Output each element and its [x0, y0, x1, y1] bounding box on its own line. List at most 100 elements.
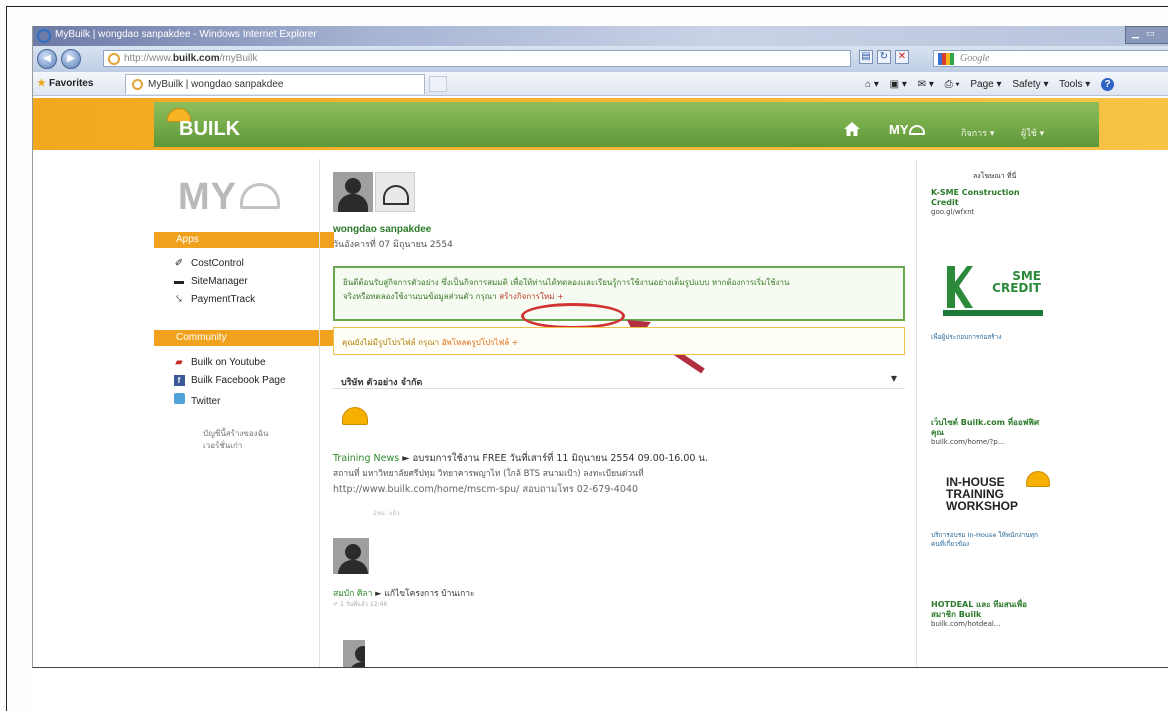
address-toolbar: ◀ ▶ http://www.builk.com/myBuilk ▤ ↻ ✕ Goo…: [33, 46, 1168, 72]
forward-button[interactable]: ▶: [61, 49, 81, 69]
page-menu[interactable]: Page ▾: [970, 79, 1001, 90]
my-nav-label: MY: [889, 122, 909, 137]
feed-user-avatar[interactable]: [333, 538, 369, 574]
refresh-icon[interactable]: ↻: [877, 50, 891, 64]
builk-logo[interactable]: BUILK: [167, 108, 241, 142]
safety-menu[interactable]: Safety ▾: [1012, 79, 1048, 90]
my-nav-link[interactable]: MY: [889, 122, 925, 137]
welcome-text-1: ยินดีต้อนรับสู่กิจการตัวอย่าง ซึ่งเป็นกิ…: [343, 278, 790, 287]
sidebar-item-sitemanager[interactable]: ▬ SiteManager: [173, 276, 248, 287]
sidebar-item-facebook[interactable]: f Builk Facebook Page: [173, 375, 286, 386]
community-header: Community: [154, 330, 334, 346]
apps-header: Apps: [154, 232, 334, 248]
helmet-outline-icon: [240, 183, 280, 209]
new-tab-button[interactable]: [429, 76, 447, 92]
browser-window: MyBuilk | wongdao sanpakdee - Windows In…: [32, 26, 1168, 668]
home-menu-icon[interactable]: ⌂ ▾: [865, 79, 879, 90]
helmet-icon: [1026, 471, 1050, 487]
search-input[interactable]: Google: [933, 50, 1168, 67]
ad-headline[interactable]: เว็บไซต์ Builk.com ที่ออฟฟิศคุณ: [931, 418, 1041, 438]
inhouse-training-logo[interactable]: IN-HOUSE TRAINING WORKSHOP: [946, 471, 1050, 519]
create-business-link[interactable]: สร้างกิจการใหม่ +: [499, 292, 563, 301]
truck-icon: ▬: [174, 276, 184, 287]
search-placeholder: Google: [960, 53, 990, 64]
user-avatar[interactable]: [333, 172, 373, 212]
blank-margin: [33, 668, 1168, 711]
post2-timestamp: 1 วันที่แล้ว 12:46: [339, 601, 388, 608]
minimize-icon[interactable]: ▁: [1132, 29, 1139, 39]
maximize-icon[interactable]: ▭: [1146, 29, 1155, 39]
sidebar-item-paymenttrack[interactable]: ⤥ PaymentTrack: [173, 294, 255, 305]
mail-icon[interactable]: ✉ ▾: [918, 79, 934, 90]
sme-credit-logo[interactable]: SME CREDIT: [943, 264, 1043, 326]
stop-icon[interactable]: ✕: [895, 50, 909, 64]
sidebar-item-twitter[interactable]: Twitter: [173, 393, 220, 407]
post-url[interactable]: http://www.builk.com/home/mscm-spu/ สอบถ…: [333, 484, 638, 495]
user-menu[interactable]: ผู้ใช้ ▾: [1021, 126, 1044, 140]
favorites-label: Favorites: [48, 78, 94, 89]
site-favicon-icon: [108, 53, 120, 65]
advertise-link[interactable]: ลงโฆษณา ที่นี่: [973, 171, 1016, 182]
profile-name[interactable]: wongdao sanpakdee: [333, 224, 431, 235]
sidebar-item-costcontrol[interactable]: ✐ CostControl: [173, 258, 244, 269]
ad-builk-office[interactable]: เว็บไซต์ Builk.com ที่ออฟฟิศคุณ builk.co…: [931, 418, 1041, 446]
ad-ksme[interactable]: K-SME Construction Credit goo.gl/wfxnt: [931, 188, 1041, 216]
window-title-bar: MyBuilk | wongdao sanpakdee - Windows In…: [33, 26, 1168, 46]
tools-menu[interactable]: Tools ▾: [1059, 79, 1090, 90]
window-controls[interactable]: ▁ ▭: [1125, 26, 1168, 44]
post-source-link[interactable]: Training News: [333, 453, 399, 464]
tab-favicon-icon: [132, 79, 143, 90]
address-bar[interactable]: http://www.builk.com/myBuilk: [103, 50, 851, 67]
company-label: บริษัท ตัวอย่าง จำกัด: [341, 378, 423, 388]
feed-user-avatar[interactable]: [343, 640, 365, 667]
upload-photo-link[interactable]: อัพโหลดรูปโปรไฟล์ +: [442, 338, 519, 347]
dropdown-arrow-icon[interactable]: ▼: [891, 374, 897, 383]
pencil-icon: ✐: [174, 258, 184, 269]
welcome-text-2: จริงหรือทดลองใช้งานบนข้อมูลส่วนตัว กรุณา: [343, 292, 497, 301]
sme-k-icon: [947, 266, 973, 308]
ad-body: เพื่อผู้ประกอบการก่อสร้าง: [931, 333, 1002, 341]
feed-post-training: Training News ► อบรมการใช้งาน FREE วันที…: [333, 451, 833, 497]
feed-post-project: สมบัก ศิลา ► แก้ไขโครงการ บ้านเกาะ: [333, 586, 475, 600]
home-icon[interactable]: [844, 122, 860, 136]
helmet-outline-icon: [908, 125, 925, 135]
ad-url: builk.com/hotdeal...: [931, 620, 1001, 628]
sme-banner-bar: [943, 310, 1043, 316]
company-avatar[interactable]: [375, 172, 415, 212]
browser-tab[interactable]: MyBuilk | wongdao sanpakdee: [125, 74, 425, 94]
sidebar-item-label: Builk Facebook Page: [191, 375, 286, 386]
sidebar-item-label: Builk on Youtube: [191, 357, 266, 368]
sidebar-item-label: SiteManager: [191, 276, 248, 287]
profile-photo-notice: คุณยังไม่มีรูปโปรไฟล์ กรุณา อัพโหลดรูปโป…: [333, 327, 905, 355]
sidebar-item-label: PaymentTrack: [191, 294, 256, 305]
arrow-icon: ⤥: [176, 294, 182, 305]
inhouse-line-3: WORKSHOP: [946, 499, 1018, 513]
old-version-link-2[interactable]: เวอร์ชั่นเก่า: [203, 439, 242, 452]
ad-hotdeal[interactable]: HOTDEAL และ ทีมสนเพื่อสมาชิก Builk builk…: [931, 600, 1041, 628]
facebook-icon: f: [173, 375, 185, 386]
company-selector[interactable]: บริษัท ตัวอย่าง จำกัด ▼: [333, 371, 905, 389]
star-icon: ★: [37, 78, 46, 89]
post-title[interactable]: ► อบรมการใช้งาน FREE วันที่เสาร์ที่ 11 ม…: [402, 453, 708, 464]
ad-headline[interactable]: K-SME Construction Credit: [931, 188, 1041, 208]
ad-headline[interactable]: HOTDEAL และ ทีมสนเพื่อสมาชิก Builk: [931, 600, 1041, 620]
sidebar-item-youtube[interactable]: ▰ Builk on Youtube: [173, 357, 266, 368]
ad-body: บริการอบรม In-House ให้พนักงานทุกคนที่เก…: [931, 531, 1038, 548]
twitter-icon: [173, 393, 185, 404]
logo-text: BUILK: [179, 118, 241, 140]
print-menu-icon[interactable]: ⎙ ▾: [945, 79, 960, 90]
helmet-outline-icon: [383, 185, 409, 205]
sme-credit-text: SME CREDIT: [979, 270, 1041, 294]
url-path: /myBuilk: [219, 53, 258, 64]
post-user-link[interactable]: สมบัก ศิลา: [333, 589, 372, 599]
help-icon[interactable]: ?: [1101, 78, 1115, 91]
post-action[interactable]: ► แก้ไขโครงการ บ้านเกาะ: [375, 589, 474, 599]
highlight-circle: [521, 303, 625, 329]
url-domain: builk.com: [172, 53, 220, 64]
compat-view-icon[interactable]: ▤: [859, 50, 873, 64]
favorites-button[interactable]: ★ Favorites: [37, 78, 93, 89]
facebook-icon-wrap: f: [173, 375, 185, 386]
feeds-menu-icon[interactable]: ▣ ▾: [890, 79, 907, 90]
business-menu[interactable]: กิจการ ▾: [961, 126, 994, 140]
back-button[interactable]: ◀: [37, 49, 57, 69]
